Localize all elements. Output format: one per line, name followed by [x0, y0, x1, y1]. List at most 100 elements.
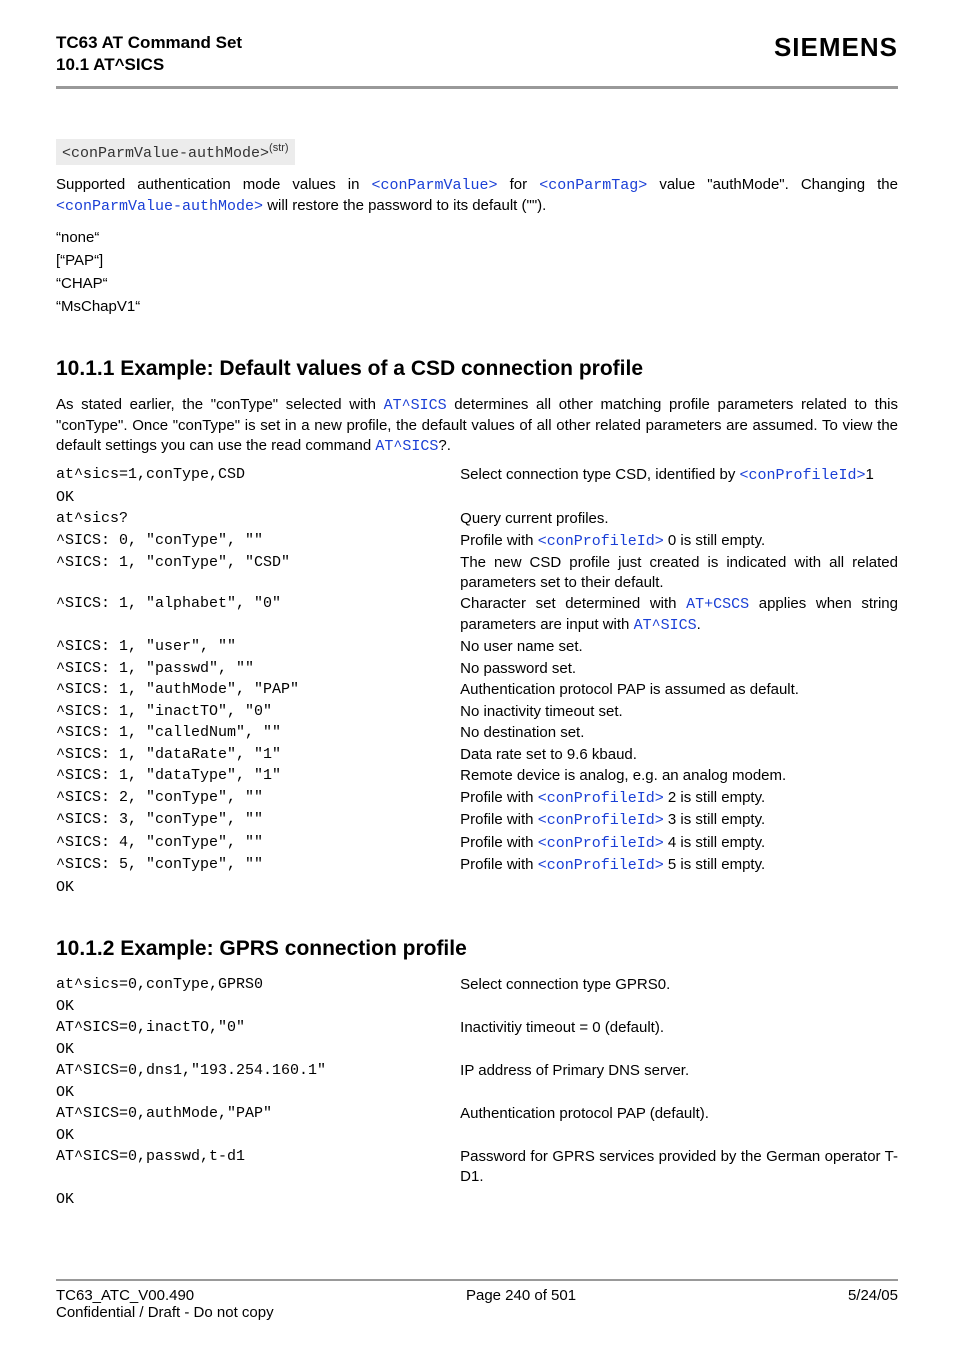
desc-cell: No user name set.: [460, 637, 898, 659]
inline-link[interactable]: <conProfileId>: [538, 835, 664, 852]
code-cell: ^SICS: 1, "alphabet", "0": [56, 594, 460, 637]
table-row: ^SICS: 1, "dataRate", "1"Data rate set t…: [56, 745, 898, 767]
desc-cell: [460, 1126, 898, 1148]
link-atsics[interactable]: AT^SICS: [375, 438, 438, 455]
header-title: TC63 AT Command Set 10.1 AT^SICS: [56, 32, 242, 76]
code-cell: ^SICS: 2, "conType", "": [56, 788, 460, 811]
desc-cell: The new CSD profile just created is indi…: [460, 553, 898, 594]
code-cell: ^SICS: 1, "inactTO", "0": [56, 702, 460, 724]
table-row: ^SICS: 3, "conType", ""Profile with <con…: [56, 810, 898, 833]
page: TC63 AT Command Set 10.1 AT^SICS SIEMENS…: [0, 0, 954, 1351]
desc-cell: Inactivitiy timeout = 0 (default).: [460, 1018, 898, 1040]
desc-cell: Profile with <conProfileId> 2 is still e…: [460, 788, 898, 811]
param-value: [“PAP“]: [56, 249, 898, 272]
example-table-1011: at^sics=1,conType,CSDSelect connection t…: [56, 465, 898, 899]
link-conparmvalue[interactable]: <conParmValue>: [372, 177, 498, 194]
table-row: OK: [56, 1083, 898, 1105]
table-row: AT^SICS=0,authMode,"PAP"Authentication p…: [56, 1104, 898, 1126]
code-cell: OK: [56, 1190, 460, 1212]
header-line2: 10.1 AT^SICS: [56, 54, 242, 76]
inline-link[interactable]: <conProfileId>: [538, 857, 664, 874]
table-row: at^sics=1,conType,CSDSelect connection t…: [56, 465, 898, 488]
table-row: OK: [56, 997, 898, 1019]
desc-cell: [460, 1083, 898, 1105]
table-row: ^SICS: 1, "authMode", "PAP"Authenticatio…: [56, 680, 898, 702]
code-cell: AT^SICS=0,authMode,"PAP": [56, 1104, 460, 1126]
code-cell: OK: [56, 997, 460, 1019]
footer-divider: [56, 1279, 898, 1281]
table-row: AT^SICS=0,inactTO,"0"Inactivitiy timeout…: [56, 1018, 898, 1040]
inline-link[interactable]: AT^SICS: [634, 617, 697, 634]
code-cell: ^SICS: 1, "calledNum", "": [56, 723, 460, 745]
code-cell: ^SICS: 1, "passwd", "": [56, 659, 460, 681]
desc-cell: Password for GPRS services provided by t…: [460, 1147, 898, 1188]
code-cell: at^sics=1,conType,CSD: [56, 465, 460, 488]
code-cell: at^sics?: [56, 509, 460, 531]
code-cell: AT^SICS=0,passwd,t-d1: [56, 1147, 460, 1188]
table-row: at^sics=0,conType,GPRS0Select connection…: [56, 975, 898, 997]
table-row: at^sics?Query current profiles.: [56, 509, 898, 531]
link-conparmvalue-authmode[interactable]: <conParmValue-authMode>: [56, 198, 263, 215]
desc-cell: Profile with <conProfileId> 0 is still e…: [460, 531, 898, 554]
param-name: <conParmValue-authMode>(str): [56, 139, 295, 165]
page-footer: TC63_ATC_V00.490 Page 240 of 501 5/24/05…: [56, 1279, 898, 1321]
desc-cell: Select connection type CSD, identified b…: [460, 465, 898, 488]
inline-link[interactable]: <conProfileId>: [538, 790, 664, 807]
table-row: ^SICS: 4, "conType", ""Profile with <con…: [56, 833, 898, 856]
code-cell: OK: [56, 1040, 460, 1062]
desc-cell: No password set.: [460, 659, 898, 681]
desc-cell: Authentication protocol PAP is assumed a…: [460, 680, 898, 702]
table-row: ^SICS: 1, "inactTO", "0"No inactivity ti…: [56, 702, 898, 724]
brand-logo: SIEMENS: [774, 32, 898, 63]
footer-row: TC63_ATC_V00.490 Page 240 of 501 5/24/05: [56, 1287, 898, 1304]
table-row: ^SICS: 1, "conType", "CSD"The new CSD pr…: [56, 553, 898, 594]
table-row: AT^SICS=0,passwd,t-d1Password for GPRS s…: [56, 1147, 898, 1188]
code-cell: ^SICS: 1, "conType", "CSD": [56, 553, 460, 594]
link-conparmtag[interactable]: <conParmTag>: [539, 177, 647, 194]
desc-cell: Profile with <conProfileId> 5 is still e…: [460, 855, 898, 878]
param-block: <conParmValue-authMode>(str) Supported a…: [56, 139, 898, 319]
table-row: ^SICS: 1, "alphabet", "0"Character set d…: [56, 594, 898, 637]
example-table-1012: at^sics=0,conType,GPRS0Select connection…: [56, 975, 898, 1212]
code-cell: OK: [56, 1083, 460, 1105]
table-row: ^SICS: 1, "calledNum", ""No destination …: [56, 723, 898, 745]
code-cell: ^SICS: 1, "dataType", "1": [56, 766, 460, 788]
desc-cell: [460, 997, 898, 1019]
inline-link[interactable]: <conProfileId>: [739, 467, 865, 484]
param-value: “CHAP“: [56, 272, 898, 295]
inline-link[interactable]: <conProfileId>: [538, 812, 664, 829]
desc-cell: Data rate set to 9.6 kbaud.: [460, 745, 898, 767]
desc-cell: Remote device is analog, e.g. an analog …: [460, 766, 898, 788]
section-title-1011: 10.1.1 Example: Default values of a CSD …: [56, 357, 898, 381]
link-atsics[interactable]: AT^SICS: [384, 397, 447, 414]
table-row: ^SICS: 2, "conType", ""Profile with <con…: [56, 788, 898, 811]
desc-cell: [460, 488, 898, 510]
param-value: “MsChapV1“: [56, 295, 898, 318]
desc-cell: [460, 1040, 898, 1062]
inline-link[interactable]: AT+CSCS: [686, 596, 749, 613]
desc-cell: Authentication protocol PAP (default).: [460, 1104, 898, 1126]
desc-cell: No inactivity timeout set.: [460, 702, 898, 724]
section-title-1012: 10.1.2 Example: GPRS connection profile: [56, 937, 898, 961]
code-cell: ^SICS: 1, "user", "": [56, 637, 460, 659]
param-value: “none“: [56, 226, 898, 249]
header-divider: [56, 86, 898, 89]
table-row: ^SICS: 5, "conType", ""Profile with <con…: [56, 855, 898, 878]
table-row: AT^SICS=0,dns1,"193.254.160.1"IP address…: [56, 1061, 898, 1083]
table-row: OK: [56, 1040, 898, 1062]
inline-link[interactable]: <conProfileId>: [538, 533, 664, 550]
desc-cell: [460, 878, 898, 900]
code-cell: at^sics=0,conType,GPRS0: [56, 975, 460, 997]
code-cell: ^SICS: 1, "authMode", "PAP": [56, 680, 460, 702]
code-cell: ^SICS: 4, "conType", "": [56, 833, 460, 856]
desc-cell: Character set determined with AT+CSCS ap…: [460, 594, 898, 637]
section-1011-intro: As stated earlier, the "conType" selecte…: [56, 395, 898, 458]
desc-cell: Profile with <conProfileId> 3 is still e…: [460, 810, 898, 833]
param-values: “none“ [“PAP“] “CHAP“ “MsChapV1“: [56, 226, 898, 319]
page-header: TC63 AT Command Set 10.1 AT^SICS SIEMENS: [56, 32, 898, 76]
code-cell: OK: [56, 1126, 460, 1148]
footer-right: 5/24/05: [848, 1287, 898, 1304]
footer-center: Page 240 of 501: [466, 1287, 576, 1304]
table-row: OK: [56, 488, 898, 510]
code-cell: ^SICS: 5, "conType", "": [56, 855, 460, 878]
